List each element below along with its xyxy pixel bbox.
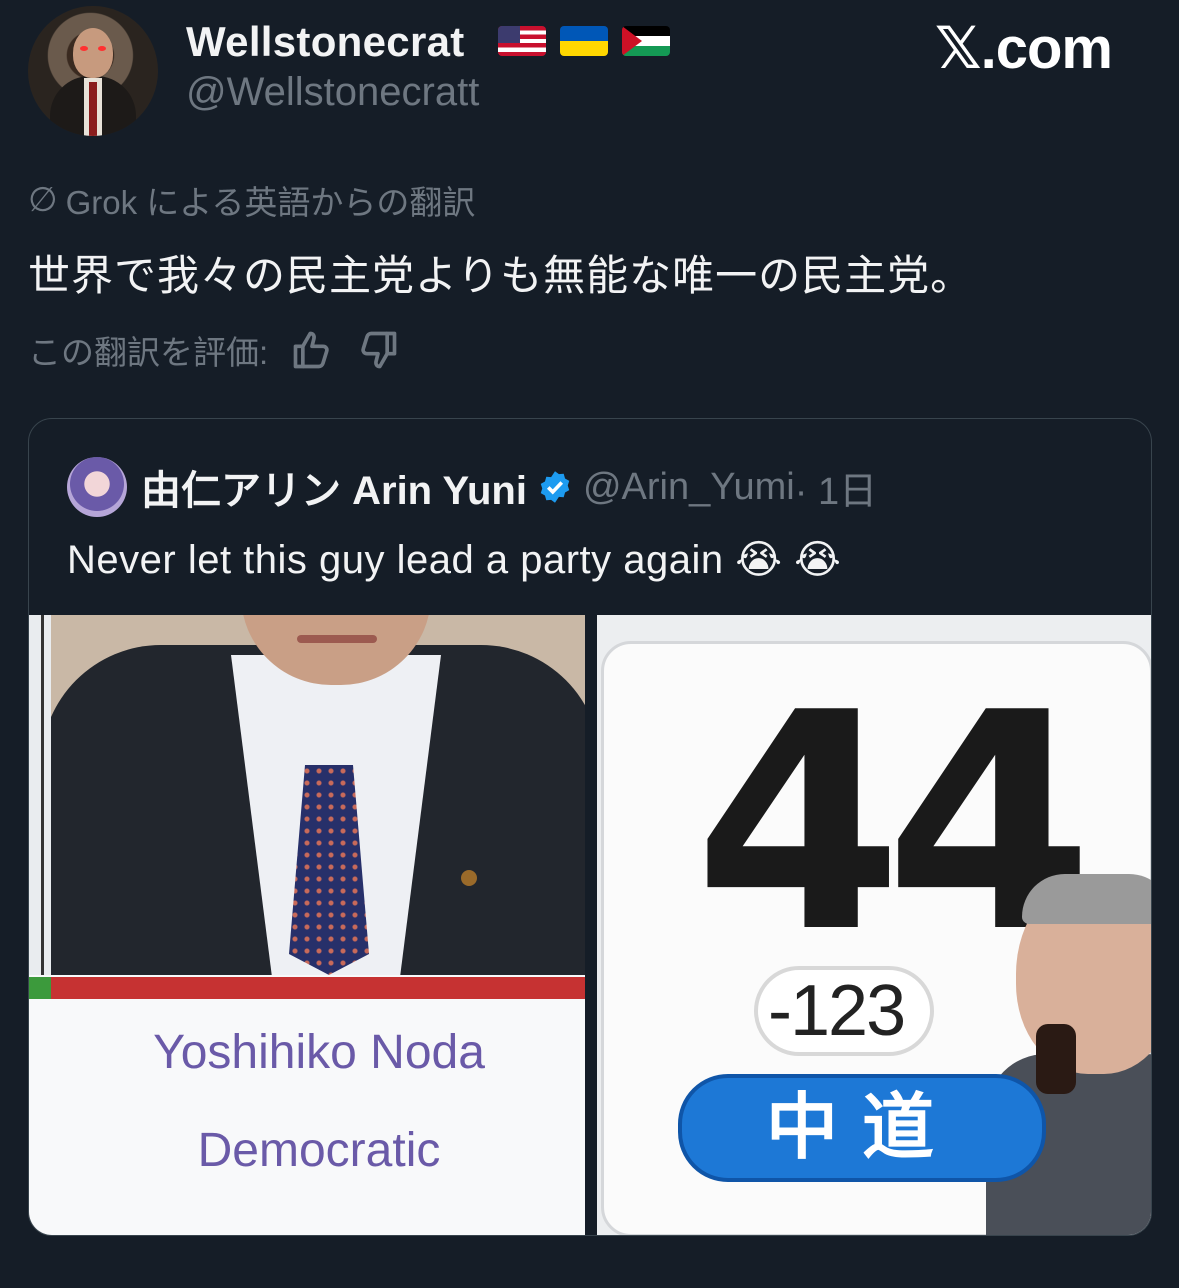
palestine-flag-icon: [622, 26, 670, 56]
seat-count-card: 44 -123 中道: [601, 641, 1151, 1235]
noda-portrait: [51, 615, 585, 975]
seat-change: -123: [754, 966, 935, 1056]
quoted-avatar[interactable]: [67, 457, 127, 517]
election-result-image[interactable]: 44 -123 中道: [597, 615, 1151, 1235]
quoted-display-name[interactable]: 由仁アリン Arin Yuni: [141, 458, 527, 516]
display-name[interactable]: Wellstonecrat: [186, 18, 465, 66]
user-avatar[interactable]: [28, 6, 158, 136]
quoted-tweet-text: Never let this guy lead a party again 😭 …: [67, 538, 842, 582]
thumbs-up-icon[interactable]: [290, 328, 334, 372]
verified-badge-icon: [540, 471, 570, 503]
user-handle[interactable]: @Wellstonecratt: [186, 70, 479, 115]
speaker-photo: [986, 874, 1151, 1235]
us-flag-icon: [498, 26, 546, 56]
thumbs-down-icon[interactable]: [356, 328, 400, 372]
x-com-watermark: 𝕏.com: [934, 16, 1113, 81]
rate-translation: この翻訳を評価:: [28, 326, 400, 374]
party-badge: 中道: [678, 1074, 1046, 1182]
ukraine-flag-icon: [560, 26, 608, 56]
quoted-timestamp: · 1日: [794, 470, 878, 513]
grok-icon: ∅: [28, 181, 58, 219]
quoted-tweet[interactable]: 由仁アリン Arin Yuni @Arin_Yumi · 1日 Never le…: [28, 418, 1152, 1236]
tweet-header: Wellstonecrat @Wellstonecratt 𝕏.com: [28, 4, 1152, 136]
red-party-bar: [51, 977, 585, 999]
flag-emojis: [498, 26, 670, 56]
green-party-bar: [29, 977, 51, 999]
tweet-text: 世界で我々の民主党よりも無能な唯一の民主党。: [28, 252, 974, 299]
person-name-caption: Yoshihiko Noda: [153, 1026, 485, 1079]
quoted-tweet-header: 由仁アリン Arin Yuni @Arin_Yumi · 1日: [67, 457, 877, 517]
noda-photo-image[interactable]: Yoshihiko Noda Democratic: [29, 615, 585, 1235]
quoted-handle[interactable]: @Arin_Yumi: [583, 466, 795, 509]
translation-label: ∅ Grok による英語からの翻訳: [28, 176, 475, 224]
rate-label: この翻訳を評価:: [28, 334, 269, 371]
translation-label-text: Grok による英語からの翻訳: [65, 184, 476, 221]
party-caption: Democratic: [197, 1124, 441, 1177]
